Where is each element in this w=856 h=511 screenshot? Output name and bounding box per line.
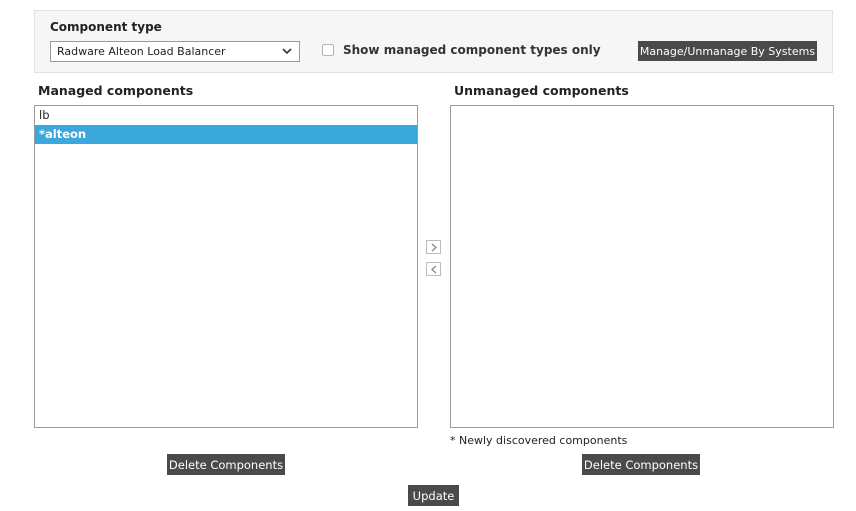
chevron-down-icon: [282, 48, 292, 55]
list-item[interactable]: *alteon: [35, 125, 417, 144]
unmanaged-components-title: Unmanaged components: [454, 83, 629, 98]
managed-components-title: Managed components: [38, 83, 194, 98]
list-item[interactable]: lb: [35, 106, 417, 125]
newly-discovered-note: * Newly discovered components: [450, 434, 628, 447]
component-type-select[interactable]: Radware Alteon Load Balancer: [50, 41, 300, 62]
managed-components-list[interactable]: lb *alteon: [34, 105, 418, 428]
update-button[interactable]: Update: [408, 485, 459, 506]
show-managed-only-checkbox[interactable]: [322, 44, 334, 56]
show-managed-only-label[interactable]: Show managed component types only: [343, 43, 601, 57]
chevron-left-icon: [430, 265, 436, 273]
component-type-label: Component type: [50, 20, 162, 34]
chevron-right-icon: [431, 243, 437, 251]
delete-managed-components-button[interactable]: Delete Components: [167, 454, 285, 475]
delete-unmanaged-components-button[interactable]: Delete Components: [582, 454, 700, 475]
move-to-managed-button[interactable]: [426, 262, 441, 276]
component-type-value: Radware Alteon Load Balancer: [57, 45, 226, 58]
unmanaged-components-list[interactable]: [450, 105, 834, 428]
manage-by-systems-button[interactable]: Manage/Unmanage By Systems: [638, 41, 817, 61]
move-to-unmanaged-button[interactable]: [426, 240, 441, 254]
